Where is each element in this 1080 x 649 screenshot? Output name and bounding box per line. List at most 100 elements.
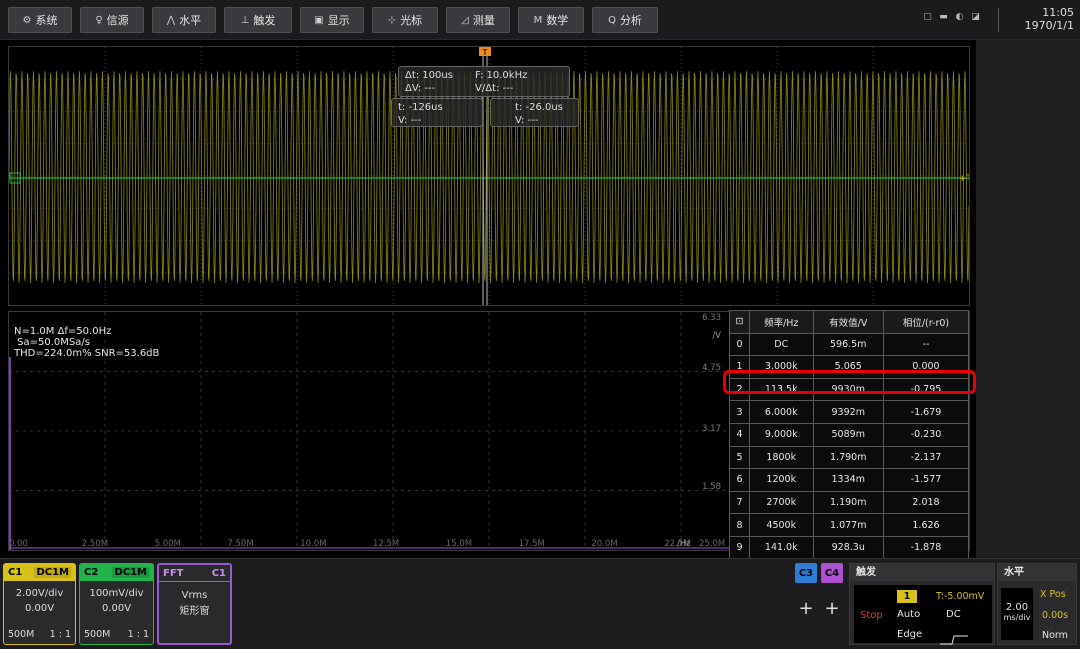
system-label: 系统 <box>35 14 58 27</box>
clock-date: 1970/1/1 <box>1024 19 1074 32</box>
table-settings-icon[interactable]: ⊡ <box>729 310 750 334</box>
y-tick-label: 1.58 <box>702 482 721 492</box>
source-button[interactable]: ♀ 信源 <box>80 7 144 33</box>
usb-icon[interactable]: ▬ <box>938 12 949 23</box>
harmonic-table: ⊡ 频率/Hz 有效值/V 相位/(r-r0) 0 DC 596.5m -- 1 3.0… <box>729 310 970 560</box>
channel-2-name: C2 <box>84 567 99 578</box>
table-row[interactable]: 9 141.0k 928.3u -1.878 <box>729 535 970 560</box>
table-cell: 141.0k <box>749 535 814 560</box>
cursor-b-box: t: -26.0us V: --- <box>490 98 579 127</box>
column-header: 有效值/V <box>812 310 884 334</box>
trigger-label: 触发 <box>253 14 276 27</box>
clock-time: 11:05 <box>1042 6 1074 19</box>
table-cell: 928.3u <box>812 535 884 560</box>
table-cell: -1.577 <box>882 468 970 492</box>
fft-info: N=1.0M Δf=50.0Hz Sa=50.0MSa/s THD=224.0m… <box>14 326 159 359</box>
channel-2-probe: 1 : 1 <box>127 629 149 640</box>
table-cell: 6 <box>729 468 750 492</box>
channel-3-button[interactable]: C3 <box>795 563 817 583</box>
channel-4-button[interactable]: C4 <box>821 563 843 583</box>
display-button[interactable]: ▣ 显示 <box>300 7 364 33</box>
horizontal-title: 水平 <box>998 564 1076 581</box>
fft-info-line: THD=224.0m% SNR=53.6dB <box>14 348 160 359</box>
table-cell: 8 <box>729 513 750 537</box>
channel-1-panel[interactable]: C1 DC1M 2.00V/div 0.00V 500M 1 : 1 <box>3 563 76 645</box>
table-cell: 5 <box>729 445 750 470</box>
trigger-icon: ⊥ <box>240 14 250 26</box>
fft-info-line: Sa=50.0MSa/s <box>14 337 90 348</box>
trigger-position-label: T <box>482 48 488 57</box>
table-cell: 1200k <box>749 468 814 492</box>
table-cell: 5089m <box>812 422 884 447</box>
table-cell: 1.626 <box>882 513 970 537</box>
lan-icon[interactable]: ▢ <box>922 12 933 23</box>
table-row[interactable]: 8 4500k 1.077m 1.626 <box>729 513 970 537</box>
trigger-source: 1 <box>897 590 917 603</box>
table-row[interactable]: 6 1200k 1334m -1.577 <box>729 468 970 492</box>
xpos-value: 0.00s <box>1042 610 1069 621</box>
display-icon: ▣ <box>314 14 324 26</box>
sound-icon[interactable]: ◐ <box>954 12 965 23</box>
dv-dt: V/Δt: --- <box>475 83 514 94</box>
trigger-mode: Auto <box>897 609 921 620</box>
table-row[interactable]: 4 9.000k 5089m -0.230 <box>729 422 970 447</box>
trigger-title: 触发 <box>850 564 994 581</box>
delta-t: Δt: 100us <box>405 70 453 81</box>
gear-icon: ⚙ <box>22 14 32 26</box>
cursor-button[interactable]: ⊹ 光标 <box>372 7 438 33</box>
table-row[interactable]: 0 DC 596.5m -- <box>729 332 970 357</box>
table-cell: 9392m <box>812 400 884 424</box>
measure-button[interactable]: ◿ 测量 <box>446 7 510 33</box>
system-button[interactable]: ⚙ 系统 <box>8 7 72 33</box>
timebase-unit: ms/div <box>1003 613 1031 622</box>
horizontal-button[interactable]: ⋀ 水平 <box>152 7 216 33</box>
channel-3-label: C3 <box>798 567 814 579</box>
rising-edge-icon <box>940 630 968 645</box>
horizontal-panel[interactable]: 水平 2.00 ms/div X Pos 0.00s Norm <box>997 563 1077 645</box>
fft-window: 矩形窗 <box>179 606 210 617</box>
table-cell: 4500k <box>749 513 814 537</box>
channel-1-bandwidth: 500M <box>8 629 35 640</box>
math-label: 数学 <box>546 14 569 27</box>
screenshot-icon[interactable]: ◪ <box>970 12 981 23</box>
cursor-label: 光标 <box>400 14 423 27</box>
cursor-delta-box: Δt: 100us F: 10.0kHz ΔV: --- V/Δt: --- <box>398 66 570 97</box>
horizontal-label: 水平 <box>179 14 202 27</box>
analysis-label: 分析 <box>619 14 642 27</box>
table-cell: DC <box>749 332 814 357</box>
cursor-icon: ⊹ <box>387 14 397 26</box>
y-tick-label: 3.17 <box>702 424 721 434</box>
top-toolbar: ⚙ 系统 ♀ 信源 ⋀ 水平 ⊥ 触发 ▣ 显示 ⊹ 光标 ◿ 测量 M 数学 Q 分析 ▢ ▬ … <box>0 0 1080 40</box>
table-row[interactable]: 3 6.000k 9392m -1.679 <box>729 400 970 424</box>
table-cell: 7 <box>729 490 750 515</box>
channel-1-offset: 0.00V <box>24 603 55 614</box>
column-header: 相位/(r-r0) <box>882 310 970 334</box>
trigger-state: Stop <box>860 610 883 621</box>
column-header: 频率/Hz <box>749 310 814 334</box>
trigger-panel[interactable]: 触发 1 T:-5.00mV Stop Auto DC Edge <box>849 563 995 645</box>
add-channel-4-icon[interactable]: + <box>821 598 843 619</box>
fft-panel[interactable]: FFT C1 Vrms 矩形窗 <box>157 563 232 645</box>
table-cell: 9.000k <box>749 422 814 447</box>
source-icon: ♀ <box>95 14 103 26</box>
trigger-button[interactable]: ⊥ 触发 <box>224 7 292 33</box>
math-button[interactable]: M 数学 <box>518 7 584 33</box>
add-channel-3-icon[interactable]: + <box>795 598 817 619</box>
table-cell: 1334m <box>812 468 884 492</box>
channel-2-coupling: DC1M <box>112 567 149 578</box>
table-row[interactable]: 5 1800k 1.790m -2.137 <box>729 445 970 470</box>
table-cell: -0.230 <box>882 422 970 447</box>
table-cell: 3 <box>729 400 750 424</box>
table-row[interactable]: 7 2700k 1.190m 2.018 <box>729 490 970 515</box>
cursor-b-time: t: -26.0us <box>515 102 563 113</box>
measure-icon: ◿ <box>461 14 469 26</box>
table-cell: 2.018 <box>882 490 970 515</box>
fft-mode: Vrms <box>181 590 208 601</box>
channel-1-header: C1 DC1M <box>4 564 75 581</box>
timebase-box: 2.00 ms/div <box>1001 588 1033 640</box>
math-icon: M <box>533 14 543 26</box>
analysis-button[interactable]: Q 分析 <box>592 7 658 33</box>
y-unit-label: /V <box>712 331 721 341</box>
channel-2-panel[interactable]: C2 DC1M 100mV/div 0.00V 500M 1 : 1 <box>79 563 154 645</box>
highlight-box <box>723 370 976 394</box>
